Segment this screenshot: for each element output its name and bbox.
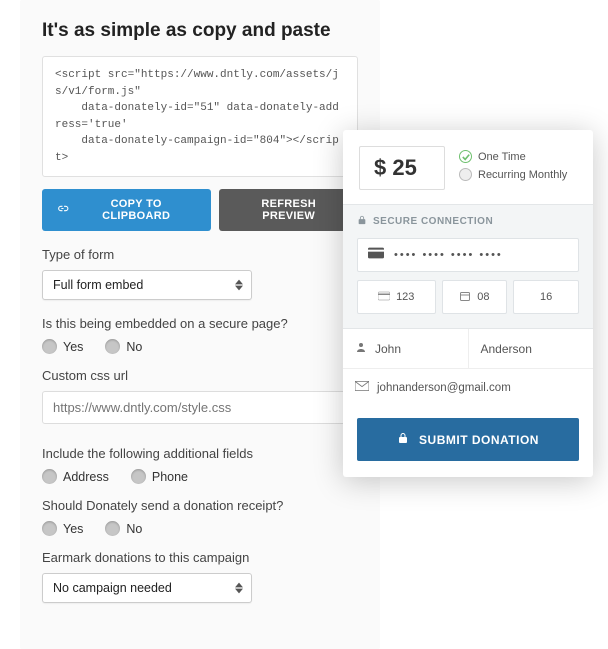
- receipt-yes[interactable]: Yes: [42, 521, 83, 536]
- last-name-input[interactable]: Anderson: [469, 329, 594, 368]
- earmark-select[interactable]: No campaign needed: [42, 573, 252, 603]
- donation-amount-input[interactable]: $ 25: [359, 146, 445, 190]
- refresh-preview-button[interactable]: REFRESH PREVIEW: [219, 189, 358, 231]
- card-icon: [368, 246, 384, 264]
- earmark-value: No campaign needed: [53, 581, 172, 595]
- donation-form-preview: $ 25 One Time Recurring Monthly SECURE C…: [343, 130, 593, 477]
- copy-button-label: COPY TO CLIPBOARD: [75, 198, 197, 222]
- secure-connection-label: SECURE CONNECTION: [357, 215, 579, 228]
- calendar-icon: [459, 290, 471, 305]
- panel-title: It's as simple as copy and paste: [42, 20, 358, 42]
- check-icon: [459, 150, 472, 163]
- radio-icon: [459, 168, 472, 181]
- secure-page-no[interactable]: No: [105, 339, 142, 354]
- receipt-label: Should Donately send a donation receipt?: [42, 498, 358, 513]
- payment-section: SECURE CONNECTION •••• •••• •••• •••• 12…: [343, 204, 593, 329]
- refresh-button-label: REFRESH PREVIEW: [233, 198, 344, 222]
- radio-icon: [42, 339, 57, 354]
- secure-page-label: Is this being embedded on a secure page?: [42, 316, 358, 331]
- type-of-form-select[interactable]: Full form embed: [42, 270, 252, 300]
- cvc-input[interactable]: 123: [357, 280, 436, 314]
- card-number-input[interactable]: •••• •••• •••• ••••: [357, 238, 579, 272]
- frequency-recurring[interactable]: Recurring Monthly: [459, 168, 577, 181]
- additional-fields-label: Include the following additional fields: [42, 446, 358, 461]
- select-arrows-icon: [235, 582, 243, 594]
- email-input[interactable]: johnanderson@gmail.com: [343, 369, 593, 406]
- expiry-month-input[interactable]: 08: [442, 280, 508, 314]
- submit-donation-button[interactable]: SUBMIT DONATION: [357, 418, 579, 461]
- receipt-no[interactable]: No: [105, 521, 142, 536]
- expiry-year-input[interactable]: 16: [513, 280, 579, 314]
- mail-icon: [355, 381, 369, 394]
- radio-icon: [42, 469, 57, 484]
- lock-icon: [397, 431, 409, 448]
- radio-icon: [105, 521, 120, 536]
- link-icon: [56, 202, 69, 218]
- earmark-label: Earmark donations to this campaign: [42, 550, 358, 565]
- type-of-form-value: Full form embed: [53, 278, 143, 292]
- lock-icon: [357, 215, 367, 228]
- radio-icon: [131, 469, 146, 484]
- custom-css-input[interactable]: [42, 391, 358, 424]
- embed-config-panel: It's as simple as copy and paste <script…: [20, 0, 380, 649]
- include-address[interactable]: Address: [42, 469, 109, 484]
- include-phone[interactable]: Phone: [131, 469, 188, 484]
- select-arrows-icon: [235, 279, 243, 291]
- card-back-icon: [378, 290, 390, 305]
- donation-frequency: One Time Recurring Monthly: [459, 146, 577, 186]
- radio-icon: [42, 521, 57, 536]
- copy-to-clipboard-button[interactable]: COPY TO CLIPBOARD: [42, 189, 211, 231]
- submit-button-label: SUBMIT DONATION: [419, 433, 539, 447]
- type-of-form-label: Type of form: [42, 247, 358, 262]
- embed-code-box[interactable]: <script src="https://www.dntly.com/asset…: [42, 56, 358, 177]
- secure-page-yes[interactable]: Yes: [42, 339, 83, 354]
- radio-icon: [105, 339, 120, 354]
- person-icon: [355, 341, 367, 356]
- custom-css-label: Custom css url: [42, 368, 358, 383]
- first-name-input[interactable]: John: [343, 329, 469, 368]
- frequency-one-time[interactable]: One Time: [459, 150, 577, 163]
